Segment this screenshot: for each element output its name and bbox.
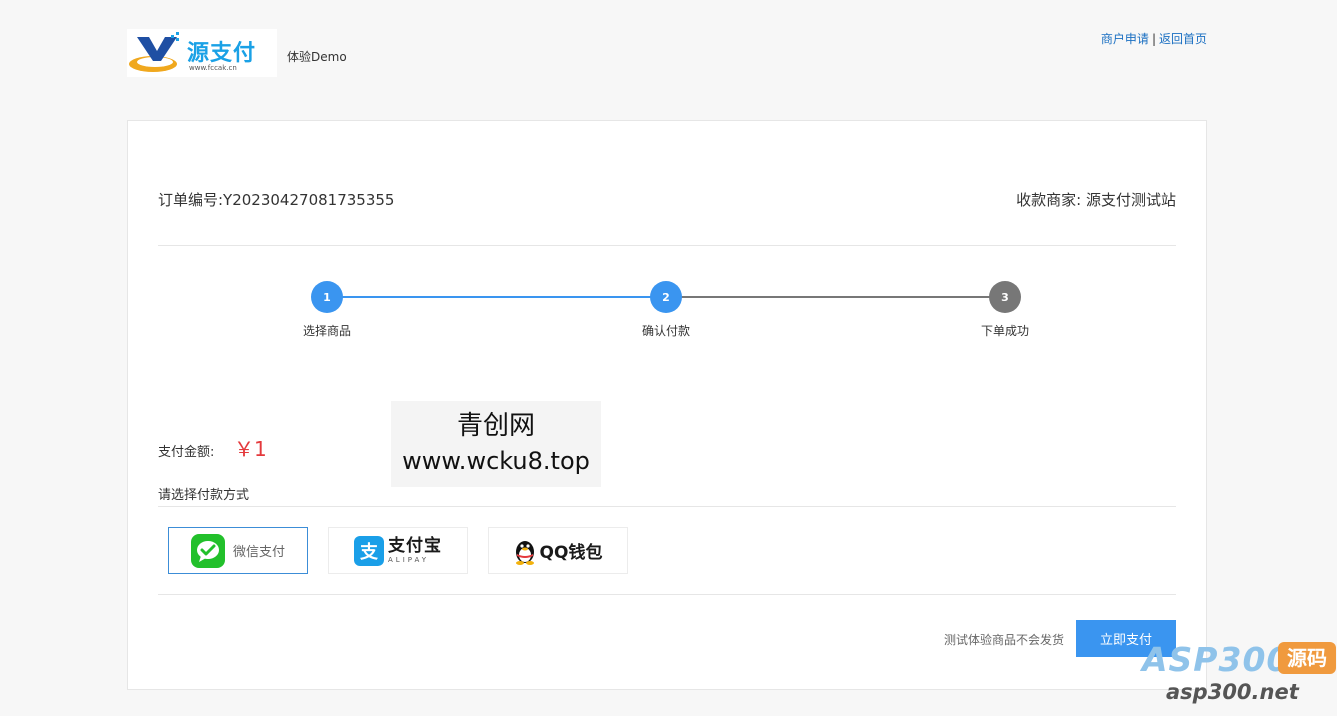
step-progress-line-done bbox=[328, 296, 667, 298]
order-number: 订单编号:Y20230427081735355 bbox=[158, 191, 395, 209]
amount-value: ￥1 bbox=[234, 437, 267, 461]
step-2-circle: 2 bbox=[650, 281, 682, 313]
divider bbox=[158, 506, 1176, 507]
pay-method-qq[interactable]: QQ钱包 bbox=[488, 527, 628, 574]
corner-watermark-url: asp300.net bbox=[1166, 680, 1299, 704]
wechat-icon bbox=[190, 533, 225, 568]
divider bbox=[158, 594, 1176, 595]
corner-watermark-tag: 源码 bbox=[1278, 642, 1336, 674]
watermark-line-1: 青创网 bbox=[456, 411, 535, 441]
logo-url: www.fccak.cn bbox=[189, 64, 237, 72]
logo[interactable]: 源支付 www.fccak.cn bbox=[127, 29, 277, 77]
corner-watermark: ASP300 源码 asp300.net bbox=[1140, 640, 1337, 710]
qq-penguin-icon bbox=[515, 540, 534, 565]
logo-mark-icon bbox=[129, 32, 179, 72]
alipay-label: 支付宝 bbox=[388, 535, 442, 556]
watermark-line-2: www.wcku8.top bbox=[402, 447, 590, 475]
pay-method-wechat[interactable]: 微信支付 bbox=[168, 527, 308, 574]
amount-label: 支付金额: bbox=[158, 445, 215, 460]
svg-text:支: 支 bbox=[359, 541, 379, 563]
step-3-label: 下单成功 bbox=[980, 324, 1029, 338]
shipping-notice: 测试体验商品不会发货 bbox=[943, 633, 1064, 647]
back-home-link[interactable]: 返回首页 bbox=[1159, 32, 1207, 46]
pay-method-alipay[interactable]: 支 支付宝 ALIPAY bbox=[328, 527, 468, 574]
merchant-name: 收款商家: 源支付测试站 bbox=[1016, 191, 1176, 209]
step-progress-line-pending bbox=[667, 296, 1006, 298]
center-watermark: 青创网 www.wcku8.top bbox=[391, 401, 601, 487]
top-links: 商户申请 | 返回首页 bbox=[1101, 30, 1207, 47]
wechat-label: 微信支付 bbox=[232, 545, 285, 560]
step-3-circle: 3 bbox=[989, 281, 1021, 313]
alipay-icon: 支 bbox=[354, 535, 384, 566]
qq-wallet-label: QQ钱包 bbox=[539, 543, 603, 563]
logo-title: 源支付 bbox=[187, 41, 257, 66]
step-1-label: 选择商品 bbox=[302, 324, 351, 338]
demo-label: 体验Demo bbox=[287, 50, 347, 64]
corner-watermark-brand: ASP300 bbox=[1142, 640, 1291, 679]
divider bbox=[158, 245, 1176, 246]
link-separator: | bbox=[1151, 32, 1156, 46]
step-1-circle: 1 bbox=[311, 281, 343, 313]
merchant-apply-link[interactable]: 商户申请 bbox=[1101, 32, 1149, 46]
alipay-sublabel: ALIPAY bbox=[388, 555, 430, 564]
choose-method-label: 请选择付款方式 bbox=[158, 488, 250, 503]
step-2-label: 确认付款 bbox=[641, 324, 690, 338]
payment-card: 订单编号:Y20230427081735355 收款商家: 源支付测试站 1 2… bbox=[127, 120, 1207, 690]
